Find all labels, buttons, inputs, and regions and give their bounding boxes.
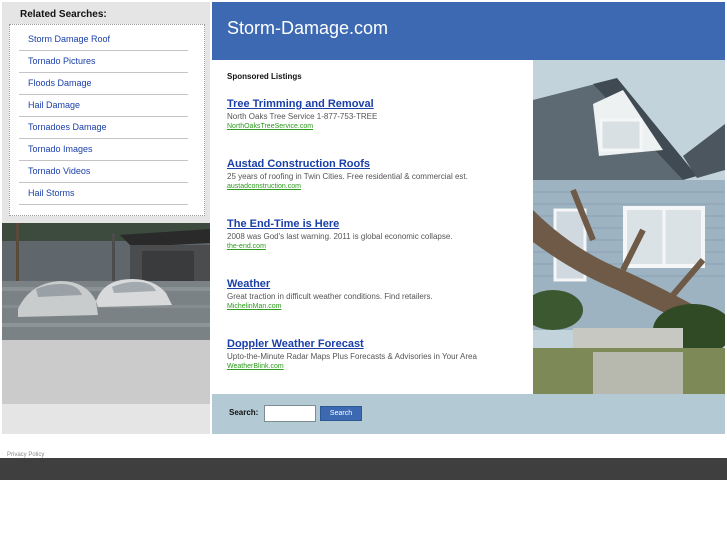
listing-url-link[interactable]: MichelinMan.com xyxy=(227,303,527,310)
listing-url-link[interactable]: WeatherBlink.com xyxy=(227,363,527,370)
related-searches-list: Storm Damage Roof Tornado Pictures Flood… xyxy=(9,24,205,216)
related-search-item[interactable]: Tornadoes Damage xyxy=(19,117,188,139)
flood-photo xyxy=(2,223,210,340)
related-searches-title: Related Searches: xyxy=(20,9,107,20)
listing-title-link[interactable]: Tree Trimming and Removal xyxy=(227,98,527,110)
sidebar-filler xyxy=(2,340,210,404)
related-search-link[interactable]: Tornado Videos xyxy=(28,166,90,176)
listing-description: 25 years of roofing in Twin Cities. Free… xyxy=(227,172,468,181)
listing-title-link[interactable]: The End-Time is Here xyxy=(227,218,527,230)
related-search-item[interactable]: Hail Storms xyxy=(19,183,188,205)
site-title[interactable]: Storm-Damage.com xyxy=(227,18,388,39)
listing-title-link[interactable]: Weather xyxy=(227,278,527,290)
search-button[interactable]: Search xyxy=(320,406,362,421)
listing-item: Doppler Weather Forecast Upto-the-Minute… xyxy=(227,338,527,370)
related-search-item[interactable]: Tornado Images xyxy=(19,139,188,161)
listing-title-link[interactable]: Austad Construction Roofs xyxy=(227,158,527,170)
left-sidebar: Related Searches: Storm Damage Roof Torn… xyxy=(2,2,210,434)
listing-url-link[interactable]: the-end.com xyxy=(227,243,527,250)
related-search-link[interactable]: Storm Damage Roof xyxy=(28,34,110,44)
related-search-link[interactable]: Hail Damage xyxy=(28,100,80,110)
storm-house-photo xyxy=(533,60,725,394)
sponsored-listings: Sponsored Listings Tree Trimming and Rem… xyxy=(212,60,533,394)
listing-description: Upto-the-Minute Radar Maps Plus Forecast… xyxy=(227,352,477,361)
listing-item: The End-Time is Here 2008 was God's last… xyxy=(227,218,527,250)
listing-url-link[interactable]: austadconstruction.com xyxy=(227,183,527,190)
listing-item: Austad Construction Roofs 25 years of ro… xyxy=(227,158,527,190)
site-header: Storm-Damage.com xyxy=(212,2,725,60)
related-search-link[interactable]: Tornado Images xyxy=(28,144,93,154)
listing-description: 2008 was God's last warning. 2011 is glo… xyxy=(227,232,453,241)
related-search-item[interactable]: Storm Damage Roof xyxy=(19,29,188,51)
related-search-item[interactable]: Tornado Pictures xyxy=(19,51,188,73)
related-search-item[interactable]: Floods Damage xyxy=(19,73,188,95)
footer-band xyxy=(0,458,727,480)
listing-url-link[interactable]: NorthOaksTreeService.com xyxy=(227,123,527,130)
sponsored-label: Sponsored Listings xyxy=(227,72,302,81)
related-search-item[interactable]: Tornado Videos xyxy=(19,161,188,183)
listing-description: North Oaks Tree Service 1-877-753-TREE xyxy=(227,112,378,121)
listing-item: Tree Trimming and Removal North Oaks Tre… xyxy=(227,98,527,130)
listing-description: Great traction in difficult weather cond… xyxy=(227,292,433,301)
related-search-item[interactable]: Hail Damage xyxy=(19,95,188,117)
search-bar: Search: Search xyxy=(212,394,725,434)
related-search-link[interactable]: Tornadoes Damage xyxy=(28,122,107,132)
related-search-link[interactable]: Tornado Pictures xyxy=(28,56,96,66)
search-label: Search: xyxy=(229,408,259,417)
listing-title-link[interactable]: Doppler Weather Forecast xyxy=(227,338,527,350)
related-search-link[interactable]: Floods Damage xyxy=(28,78,92,88)
related-search-link[interactable]: Hail Storms xyxy=(28,188,75,198)
search-input[interactable] xyxy=(264,405,316,422)
listing-item: Weather Great traction in difficult weat… xyxy=(227,278,527,310)
